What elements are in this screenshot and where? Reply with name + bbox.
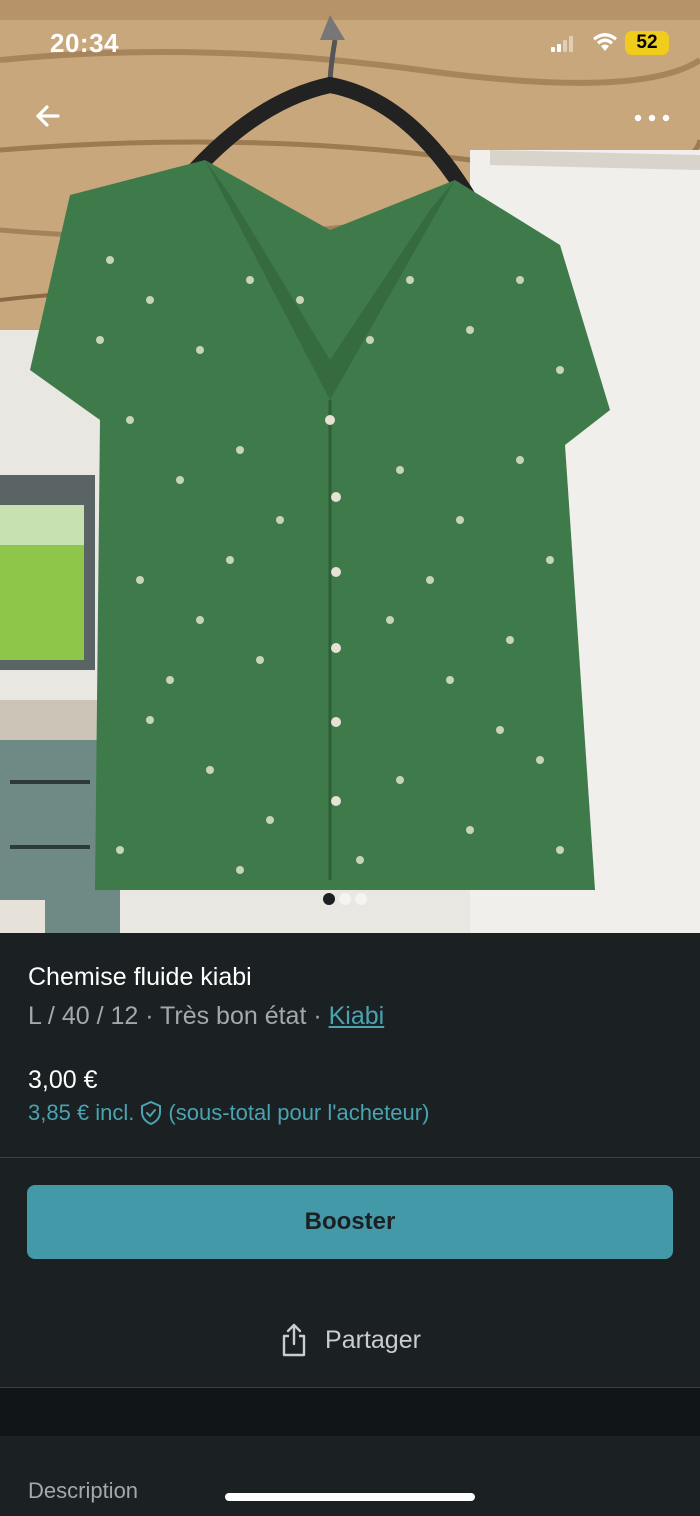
share-label: Partager (325, 1325, 421, 1354)
pagination-dot[interactable] (355, 893, 367, 905)
status-time: 20:34 (50, 28, 119, 58)
item-details-text: L / 40 / 12 · Très bon état · (28, 1002, 329, 1030)
share-icon (282, 1323, 306, 1357)
more-options-icon[interactable] (630, 100, 674, 136)
status-bar: 20:34 52 (0, 0, 700, 86)
pagination-dot[interactable] (323, 893, 335, 905)
divider (0, 1157, 700, 1158)
price-incl-note: (sous-total pour l'acheteur) (168, 1100, 430, 1125)
item-photo-image (0, 0, 700, 933)
home-indicator[interactable] (225, 1493, 475, 1501)
price-incl-value: 3,85 € incl. (28, 1100, 135, 1125)
description-heading: Description (28, 1478, 139, 1503)
cellular-signal-icon (551, 36, 573, 52)
item-title: Chemise fluide kiabi (28, 963, 252, 991)
wifi-icon (593, 33, 617, 51)
brand-link[interactable]: Kiabi (329, 1002, 385, 1030)
battery-indicator: 52 (625, 31, 669, 55)
booster-button[interactable]: Booster (27, 1185, 673, 1259)
shield-check-icon (141, 1100, 162, 1126)
photo-pagination (323, 893, 367, 905)
item-photo[interactable] (0, 0, 700, 933)
item-details: L / 40 / 12 · Très bon état · Kiabi (28, 1002, 384, 1031)
section-separator (0, 1388, 700, 1436)
share-button[interactable]: Partager (0, 1310, 700, 1370)
buyer-price-info[interactable]: 3,85 € incl. (sous-total pour l'acheteur… (28, 1100, 429, 1126)
item-price: 3,00 € (28, 1066, 98, 1094)
pagination-dot[interactable] (339, 893, 351, 905)
back-arrow-icon[interactable] (28, 96, 68, 136)
